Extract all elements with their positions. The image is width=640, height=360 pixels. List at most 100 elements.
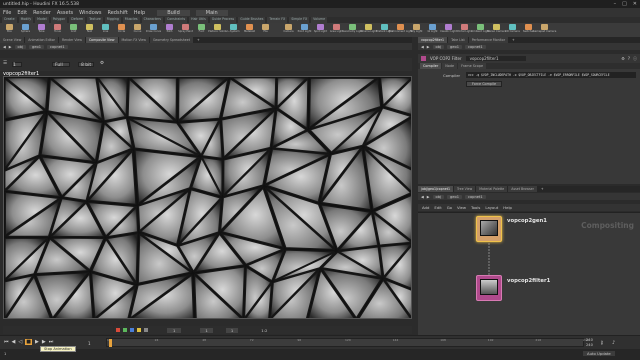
maximize-icon[interactable]: □ xyxy=(622,1,627,7)
help-icon[interactable]: ? xyxy=(628,56,630,62)
shelf-tool-l-system[interactable]: L-System xyxy=(226,23,241,37)
composite-viewport[interactable] xyxy=(3,76,412,319)
green-channel-icon[interactable] xyxy=(123,328,127,332)
breadcrumb-obj-net[interactable]: obj xyxy=(432,194,445,199)
breadcrumb-geo1[interactable]: geo1 xyxy=(29,44,44,49)
shelf-tool-torus[interactable]: Torus xyxy=(50,23,65,37)
shelf-tool-geometry-light[interactable]: Geometry Light xyxy=(342,23,363,37)
playhead-marker[interactable] xyxy=(109,339,112,347)
shelf-tool-line[interactable]: Line xyxy=(98,23,113,37)
viewer-frame-input[interactable]: 1 xyxy=(167,327,182,333)
desktop-build-select[interactable]: Build xyxy=(157,9,190,16)
luminance-icon[interactable] xyxy=(144,328,148,332)
breadcrumb-geo1-right[interactable]: geo1 xyxy=(447,44,462,49)
shelf-tool-caustic-light[interactable]: Caustic Light xyxy=(440,23,457,37)
stop-icon[interactable]: ■ xyxy=(25,339,32,345)
close-icon[interactable]: ✕ xyxy=(633,1,637,7)
back-icon[interactable]: ◀ xyxy=(3,45,6,49)
net-menu-tools[interactable]: Tools xyxy=(471,205,480,210)
net-menu-edit[interactable]: Edit xyxy=(434,205,441,210)
minimize-icon[interactable]: – xyxy=(614,1,617,7)
net-menu-layout[interactable]: Layout xyxy=(485,205,498,210)
menu-help[interactable]: Help xyxy=(134,10,145,16)
force-compile-button[interactable]: Force Compile xyxy=(466,81,502,87)
node-vopcop2gen1[interactable] xyxy=(476,216,502,242)
shelf-tool-camera[interactable]: Camera xyxy=(281,23,296,37)
add-tab-icon-bottom[interactable]: + xyxy=(538,186,547,192)
info-icon[interactable]: ⓘ xyxy=(633,56,637,62)
shelf-tool-platonic-solids[interactable]: Platonic Solids xyxy=(208,23,227,37)
step-forward-icon[interactable]: ▶ xyxy=(42,339,46,345)
viewer-options-icon[interactable]: ⚙ xyxy=(100,61,104,66)
compiler-field[interactable]: vcc -q $VOP_INCLUDEPATH -o $VOP_OBJECTFI… xyxy=(466,72,636,78)
menu-windows[interactable]: Windows xyxy=(79,10,101,16)
breadcrumb-copnet1-net[interactable]: copnet1 xyxy=(465,194,486,199)
desktop-main-select[interactable]: Main xyxy=(195,9,228,16)
tab-asset-browser[interactable]: Asset Browser xyxy=(508,186,537,192)
shelf-tool-spot-light[interactable]: Spot Light xyxy=(313,23,328,37)
end-frame-field[interactable]: 240 xyxy=(586,338,593,342)
shelf-tool-spray-paint[interactable]: Spray Paint xyxy=(178,23,193,37)
audio-icon[interactable]: ♪ xyxy=(612,340,615,346)
menu-render[interactable]: Render xyxy=(33,10,51,16)
node-vopcop2filter1[interactable] xyxy=(476,275,502,301)
net-menu-go[interactable]: Go xyxy=(447,205,452,210)
play-reverse-icon[interactable]: ◁ xyxy=(18,339,22,345)
key-icon[interactable]: ⚷ xyxy=(600,340,604,346)
net-menu-view[interactable]: View xyxy=(457,205,466,210)
shelf-tool-null[interactable]: Null xyxy=(82,23,97,37)
end-frame-field-2[interactable]: 240 xyxy=(586,343,593,347)
jump-start-icon[interactable]: ⏮ xyxy=(4,339,9,345)
net-menu-add[interactable]: Add xyxy=(422,205,429,210)
breadcrumb-geo1-net[interactable]: geo1 xyxy=(447,194,462,199)
shelf-tool-volume-light[interactable]: Volume Light xyxy=(360,23,377,37)
menu-file[interactable]: File xyxy=(3,10,11,16)
shelf-tool-point-light[interactable]: Point Light xyxy=(297,23,312,37)
shelf-tool-metaball[interactable]: Metaball xyxy=(242,23,257,37)
gear-icon[interactable]: ⚙ xyxy=(621,56,625,62)
zoom-level[interactable]: 1:2 xyxy=(261,328,267,333)
breadcrumb-copnet1[interactable]: copnet1 xyxy=(47,44,68,49)
tab-material-palette[interactable]: Material Palette xyxy=(476,186,508,192)
shelf-tool-sky-light[interactable]: Sky Light xyxy=(409,23,424,37)
shelf-tool-grid[interactable]: Grid xyxy=(66,23,81,37)
viewer-menu-icon[interactable]: ☰ xyxy=(3,61,7,66)
tab-tree-view[interactable]: Tree View xyxy=(454,186,476,192)
start-frame-field[interactable]: 1 xyxy=(4,352,6,356)
shelf-tool-box[interactable]: Box xyxy=(2,23,17,37)
menu-edit[interactable]: Edit xyxy=(17,10,27,16)
shelf-tool-gamepad-camera[interactable]: Gamepad Camera xyxy=(533,23,556,37)
viewer-frame-field[interactable]: 1 xyxy=(12,62,22,68)
current-frame-field[interactable]: 1 xyxy=(88,341,91,346)
menu-assets[interactable]: Assets xyxy=(57,10,73,16)
shelf-tool-sphere[interactable]: Sphere xyxy=(18,23,33,37)
network-editor[interactable]: Compositing vopcop2gen1 vopcop2filter1 xyxy=(418,212,640,335)
shelf-tool-path[interactable]: Path xyxy=(162,23,177,37)
shelf-tool-file[interactable]: File xyxy=(258,23,273,37)
menu-redshift[interactable]: Redshift xyxy=(107,10,127,16)
step-back-icon[interactable]: ◀ xyxy=(12,339,16,345)
alpha-channel-icon[interactable] xyxy=(137,328,141,332)
net-menu-help[interactable]: Help xyxy=(503,205,512,210)
shelf-tool-tube[interactable]: Tube xyxy=(34,23,49,37)
resolution-select[interactable]: Full xyxy=(52,62,70,68)
forward-icon[interactable]: ▶ xyxy=(9,45,12,49)
breadcrumb-copnet1-right[interactable]: copnet1 xyxy=(465,44,486,49)
forward-icon-right[interactable]: ▶ xyxy=(427,45,430,49)
shelf-tool-environment-light[interactable]: Environment Light xyxy=(389,23,412,37)
range-end-input[interactable]: 1 xyxy=(225,327,239,333)
forward-icon-net[interactable]: ▶ xyxy=(427,195,430,199)
timeline-track[interactable]: 1 24 48 72 96 120 144 168 192 216 240 xyxy=(106,338,589,347)
breadcrumb-obj[interactable]: obj xyxy=(14,44,27,49)
shelf-tool-stereo-camera[interactable]: Stereo Camera xyxy=(487,23,506,37)
shelf-tool-font[interactable]: Font xyxy=(194,23,209,37)
range-start-input[interactable]: 1 xyxy=(200,327,213,333)
tab-network[interactable]: /obj/geo1/copnet1 xyxy=(418,186,454,192)
depth-select[interactable]: 8 bit xyxy=(78,62,94,68)
node-name-field[interactable]: vopcop2filter1 xyxy=(465,56,526,61)
back-icon-right[interactable]: ◀ xyxy=(421,45,424,49)
shelf-tool-circle[interactable]: Circle xyxy=(114,23,129,37)
shelf-tool-ambient-light[interactable]: Ambient Light xyxy=(471,23,490,37)
jump-end-icon[interactable]: ⏭ xyxy=(49,339,54,345)
shelf-tool-portal-light[interactable]: Portal Light xyxy=(457,23,472,37)
